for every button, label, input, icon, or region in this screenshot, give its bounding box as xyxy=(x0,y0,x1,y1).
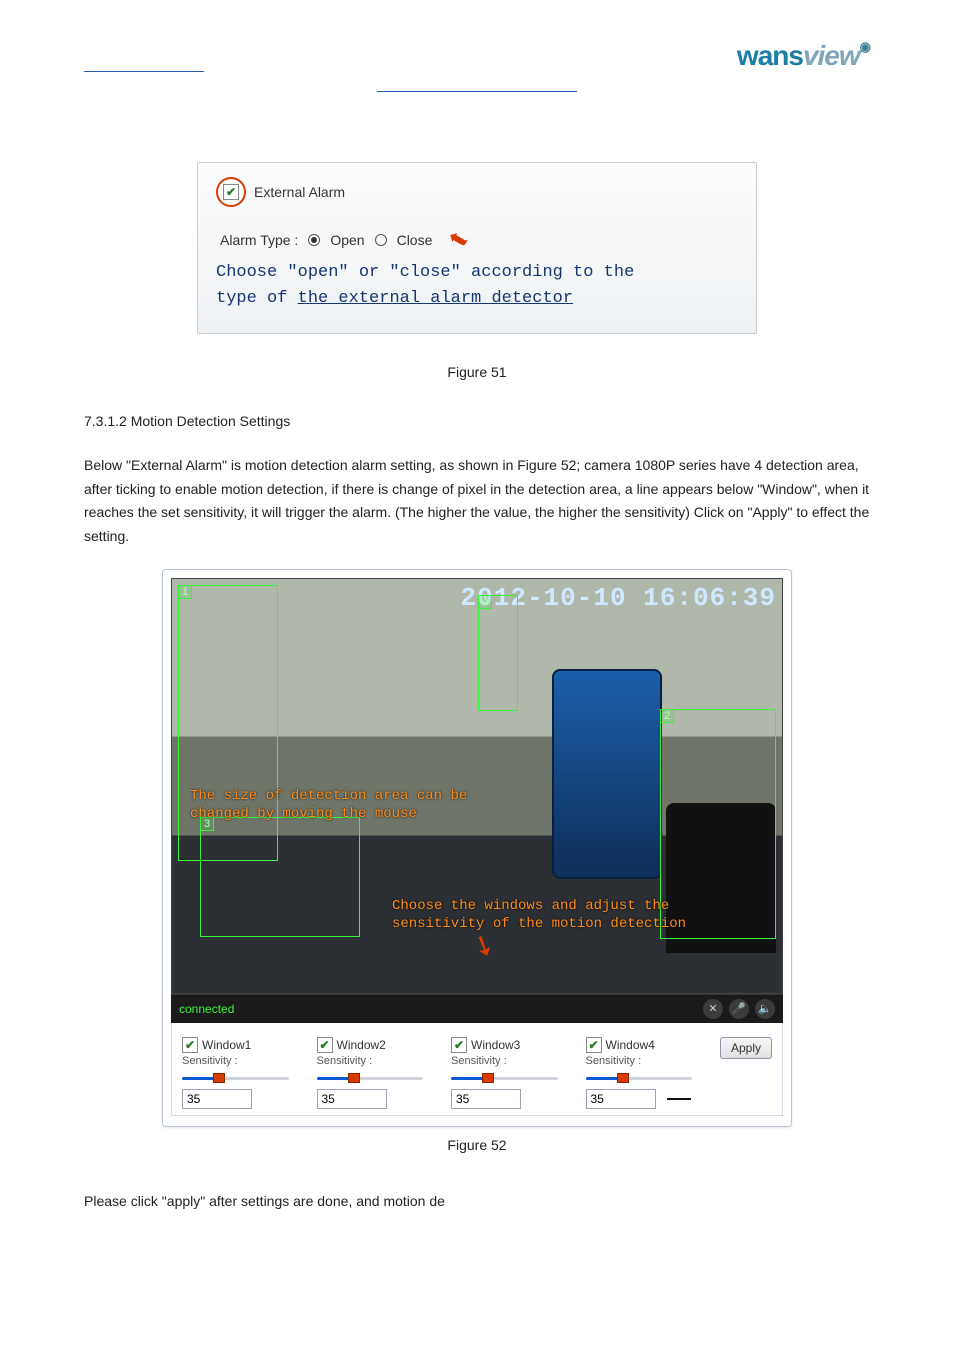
speaker-icon[interactable]: 🔈 xyxy=(755,999,775,1019)
scene-aquarium xyxy=(552,669,662,879)
section-heading: 7.3.1.2 Motion Detection Settings xyxy=(84,410,870,434)
window4-slider[interactable] xyxy=(586,1073,693,1083)
mic-icon[interactable]: 🎤 xyxy=(729,999,749,1019)
highlight-circle-icon: ✔ xyxy=(216,177,246,207)
alarm-type-label: Alarm Type : xyxy=(220,232,298,248)
alarm-type-close-label: Close xyxy=(397,232,433,248)
window1-checkbox[interactable]: ✔ xyxy=(182,1037,198,1053)
trailing-paragraph: Please click "apply" after settings are … xyxy=(84,1193,870,1209)
sensitivity-controls: ✔ Window1 Sensitivity : ✔ Window2 Sensitiv… xyxy=(171,1023,783,1116)
window1-column: ✔ Window1 Sensitivity : xyxy=(182,1037,289,1109)
window2-value-input[interactable] xyxy=(317,1089,387,1109)
connection-status: connected xyxy=(179,1002,234,1016)
detection-window-3[interactable]: 3 xyxy=(200,817,360,937)
motion-detection-panel: 2012-10-10 16:06:39 1 2 3 4 The size of … xyxy=(162,569,792,1127)
instr-line2-underlined: the external alarm detector xyxy=(298,289,573,308)
eye-icon: ◉ xyxy=(860,39,870,55)
window4-checkbox[interactable]: ✔ xyxy=(586,1037,602,1053)
window4-value-input[interactable] xyxy=(586,1089,656,1109)
window1-sens-label: Sensitivity : xyxy=(182,1055,289,1067)
logo-part1: wans xyxy=(737,40,803,71)
figure51-caption: Figure 51 xyxy=(84,364,870,380)
window3-sens-label: Sensitivity : xyxy=(451,1055,558,1067)
external-alarm-label: External Alarm xyxy=(254,184,345,200)
snapshot-icon[interactable]: ✕ xyxy=(703,999,723,1019)
window2-checkbox[interactable]: ✔ xyxy=(317,1037,333,1053)
window3-label: Window3 xyxy=(471,1038,520,1052)
instr-line2-prefix: type of xyxy=(216,289,298,308)
window1-label: Window1 xyxy=(202,1038,251,1052)
window2-label: Window2 xyxy=(337,1038,386,1052)
window1-slider[interactable] xyxy=(182,1073,289,1083)
window2-column: ✔ Window2 Sensitivity : xyxy=(317,1037,424,1109)
camera-preview[interactable]: 2012-10-10 16:06:39 1 2 3 4 The size of … xyxy=(171,578,783,994)
window4-column: ✔ Window4 Sensitivity : xyxy=(586,1037,693,1109)
alarm-type-instruction: Choose "open" or "close" according to th… xyxy=(216,260,738,311)
window1-value-input[interactable] xyxy=(182,1089,252,1109)
alarm-type-open-radio[interactable] xyxy=(308,234,320,246)
apply-button[interactable]: Apply xyxy=(720,1037,772,1059)
external-alarm-checkbox[interactable]: ✔ xyxy=(223,184,239,200)
annotation-sensitivity: Choose the windows and adjust the sensit… xyxy=(392,897,752,933)
annotation-resize: The size of detection area can be change… xyxy=(190,787,490,823)
window2-slider[interactable] xyxy=(317,1073,424,1083)
window4-label: Window4 xyxy=(606,1038,655,1052)
header-underline-left xyxy=(84,62,204,72)
window2-sens-label: Sensitivity : xyxy=(317,1055,424,1067)
motion-detection-paragraph: Below "External Alarm" is motion detecti… xyxy=(84,454,870,549)
alarm-type-open-label: Open xyxy=(330,232,364,248)
instr-line1: Choose "open" or "close" according to th… xyxy=(216,260,738,286)
figure52-caption: Figure 52 xyxy=(84,1137,870,1153)
window4-sens-label: Sensitivity : xyxy=(586,1055,693,1067)
cursor-indicator xyxy=(667,1098,691,1100)
window3-slider[interactable] xyxy=(451,1073,558,1083)
alarm-type-close-radio[interactable] xyxy=(375,234,387,246)
logo-part2: view xyxy=(803,40,860,71)
detection-window-4[interactable]: 4 xyxy=(478,595,518,711)
external-alarm-panel: ✔ External Alarm Alarm Type : Open Close… xyxy=(197,162,757,334)
window3-value-input[interactable] xyxy=(451,1089,521,1109)
brand-logo: wansview◉ xyxy=(737,40,870,72)
header-underline-mid xyxy=(377,82,577,92)
window3-column: ✔ Window3 Sensitivity : xyxy=(451,1037,558,1109)
arrow-icon: ➥ xyxy=(442,222,474,257)
camera-status-bar: connected ✕ 🎤 🔈 xyxy=(171,994,783,1023)
window3-checkbox[interactable]: ✔ xyxy=(451,1037,467,1053)
